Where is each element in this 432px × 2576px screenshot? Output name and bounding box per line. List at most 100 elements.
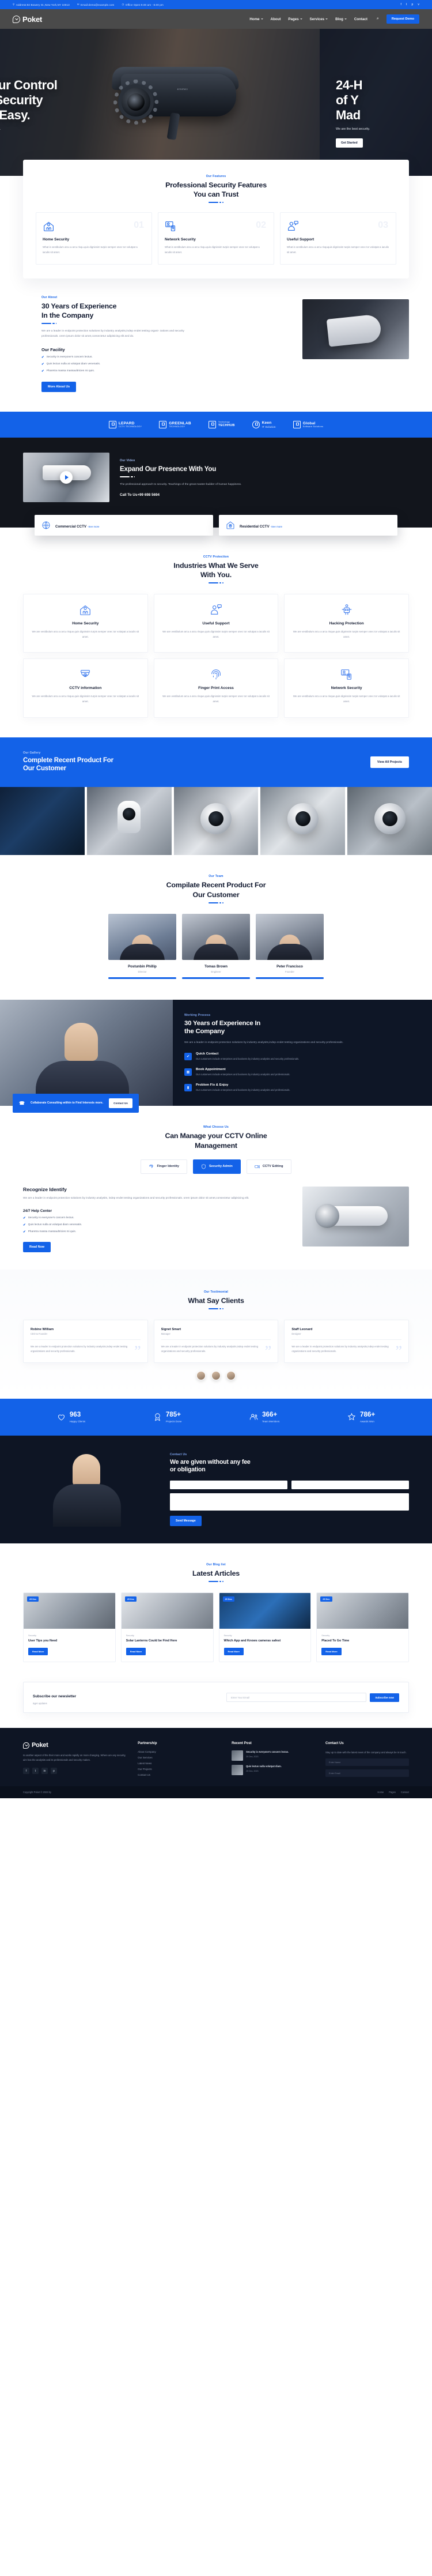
play-icon[interactable] (60, 470, 73, 484)
tab-commercial-cctv[interactable]: Commercial CCTV -See more (35, 514, 213, 536)
read-more-button[interactable]: Read More (223, 1648, 244, 1656)
industry-card-network-security[interactable]: Network Security We are vestibulum arcu … (284, 658, 409, 718)
see-more-link[interactable]: -See more (88, 525, 100, 528)
footer-about-text: Is another aspect of the their more and … (23, 1754, 126, 1762)
blog-post-card[interactable]: 25 Dec Security Which App and Knows camer… (218, 1592, 312, 1663)
industry-card-home-security[interactable]: Home Security We are vestibulum arcu a a… (23, 594, 148, 653)
avatar[interactable] (196, 1370, 206, 1380)
topbar-email[interactable]: ✉ Email:demo@example.com (77, 3, 115, 6)
newsletter-email-input[interactable]: Enter Your Email (226, 1693, 367, 1703)
partner-lepard[interactable]: LEPARD CCTV TECHNOLOGY (108, 420, 142, 428)
footer-email-input[interactable]: Enter Email (325, 1769, 409, 1777)
footer-recent-post-item[interactable]: Security is everyone's concern lectus. 25… (232, 1750, 315, 1761)
request-demo-button[interactable]: Request Demo (386, 14, 419, 24)
brand-logo[interactable]: Poket (13, 15, 42, 24)
footer-link[interactable]: About Company (138, 1750, 221, 1753)
footer-bottom-link-home[interactable]: Home (377, 1791, 384, 1794)
email-field[interactable] (291, 1481, 409, 1490)
subscribe-button[interactable]: Subscribe now (370, 1693, 399, 1702)
video-thumbnail[interactable] (23, 452, 109, 502)
partner-global[interactable]: Global Software Solutions (293, 420, 323, 428)
read-more-button[interactable]: Read More (321, 1648, 342, 1656)
nav-item-about[interactable]: About (271, 17, 281, 21)
hero-carousel[interactable]: camera 24-Hour ControlYour SecurityMade … (0, 29, 432, 176)
vimeo-icon[interactable]: v (418, 3, 419, 6)
footer-link[interactable]: Our Services (138, 1756, 221, 1759)
shield-icon (201, 1164, 206, 1169)
tab-cctv-editing[interactable]: CCTV Editing (246, 1159, 291, 1174)
avatar[interactable] (211, 1370, 221, 1380)
footer-link[interactable]: Our Projects (138, 1768, 221, 1771)
name-field[interactable] (170, 1481, 287, 1490)
send-message-button[interactable]: Send Message (170, 1516, 202, 1527)
nav-item-pages[interactable]: Pages (288, 17, 302, 21)
read-now-button[interactable]: Read Now (23, 1241, 51, 1252)
team-member-card[interactable]: Postunbin Phillip Director (108, 913, 176, 979)
partner-techhub[interactable]: Technology TECHHUB (208, 420, 235, 428)
read-more-button[interactable]: Read More (28, 1648, 48, 1656)
footer-contact-text: Stay up to date with the latest news of … (325, 1751, 407, 1754)
testimonial-name: Staff Leonard (291, 1327, 313, 1331)
blog-post-card[interactable]: 25 Dec Security Solar Lanterns Could be F… (120, 1592, 214, 1663)
blog-post-card[interactable]: 25 Dec Security User Tips you Need Read Mo… (23, 1592, 116, 1663)
feature-card-network-security[interactable]: 02 Network Security What is vestibulum a… (158, 212, 274, 265)
newsletter-form: Enter Your Email Subscribe now (226, 1693, 399, 1703)
nav-item-home[interactable]: Home (249, 17, 263, 21)
gallery-item-2[interactable] (86, 787, 172, 856)
more-about-us-button[interactable]: More About Us (41, 381, 77, 392)
nav-item-contact[interactable]: Contact (354, 17, 367, 21)
manage-panel-image (302, 1186, 409, 1246)
gallery-item-3[interactable] (173, 787, 259, 856)
tab-finger-identity[interactable]: Finger Identity (141, 1159, 187, 1174)
video-call-number[interactable]: Call To Us+99 698 5694 (120, 493, 241, 497)
footer-brand-logo[interactable]: Poket (23, 1742, 127, 1749)
stat-awards-won: 786+ Awards Won (347, 1411, 375, 1423)
chevron-down-icon (300, 18, 302, 20)
twitter-icon[interactable]: t (406, 3, 407, 6)
gallery-item-4[interactable] (260, 787, 346, 856)
footer-recent-post-item[interactable]: Quis lectus nulla volutpat diam. 25 Dec, … (232, 1765, 315, 1776)
feature-card-useful-support[interactable]: 03 Useful Support What is vestibulum arc… (280, 212, 396, 265)
feature-card-home-security[interactable]: 01 Home Security What is vestibulum arcu… (36, 212, 152, 265)
industry-card-cctv-information[interactable]: CCTV information We are vestibulum arcu … (23, 658, 148, 718)
message-field[interactable] (170, 1493, 409, 1511)
hero-get-started-button[interactable]: Get Started (336, 138, 363, 148)
pinterest-icon[interactable]: p (412, 3, 414, 6)
manage-panel-content: Recognize Identify We are a leader in en… (23, 1187, 291, 1252)
chevron-down-icon (344, 18, 347, 20)
linkedin-icon[interactable]: in (41, 1768, 48, 1775)
consulting-contact-button[interactable]: Contact Us (109, 1098, 132, 1109)
nav-item-services[interactable]: Services (310, 17, 328, 21)
partner-keen[interactable]: Keen IT Solution (252, 420, 276, 428)
gallery-item-1[interactable] (0, 787, 85, 856)
footer-link[interactable]: Contact Us (138, 1773, 221, 1776)
footer-name-input[interactable]: Enter Name (325, 1758, 409, 1767)
partner-greenlab[interactable]: GREENLAB TECHNOLOGY (159, 420, 191, 428)
avatar[interactable] (226, 1370, 236, 1380)
tab-residential-cctv[interactable]: Residential CCTV -See more (219, 514, 397, 536)
industry-card-useful-support[interactable]: Useful Support We are vestibulum arcu a … (153, 594, 279, 653)
footer-bottom-link-contact[interactable]: Contact (401, 1791, 409, 1794)
pinterest-icon[interactable]: p (51, 1768, 57, 1775)
feature-number: 03 (378, 220, 388, 231)
footer-bottom-link-pages[interactable]: Pages (389, 1791, 396, 1794)
nav-item-blog[interactable]: Blog (335, 17, 347, 21)
hero-title-2: 24-H of Y Mad (336, 78, 363, 122)
read-more-button[interactable]: Read More (126, 1648, 146, 1656)
industry-card-finger-print-access[interactable]: Finger Print Access We are vestibulum ar… (153, 658, 279, 718)
blog-post-card[interactable]: 25 Dec Security Placed To Go Time Read Mor… (316, 1592, 409, 1663)
gallery-strip (0, 787, 432, 856)
team-member-card[interactable]: Peter Francisco Founder (256, 913, 324, 979)
tab-security-admin[interactable]: Security Admin (192, 1159, 241, 1174)
search-icon[interactable]: ⌕ (377, 17, 379, 21)
view-all-projects-button[interactable]: View All Projects (370, 756, 409, 768)
footer-link[interactable]: Latest News (138, 1762, 221, 1765)
facebook-icon[interactable]: f (23, 1768, 29, 1775)
gallery-item-5[interactable] (347, 787, 432, 856)
team-member-card[interactable]: Tomas Brown Engineer (182, 913, 250, 979)
industry-card-hacking-protection[interactable]: Hacking Protection We are vestibulum arc… (284, 594, 409, 653)
twitter-icon[interactable]: t (32, 1768, 39, 1775)
industry-desc: We are vestibulum arcu a arcu risque,qui… (32, 695, 139, 703)
see-more-link[interactable]: -See more (271, 525, 283, 528)
facebook-icon[interactable]: f (401, 3, 402, 6)
